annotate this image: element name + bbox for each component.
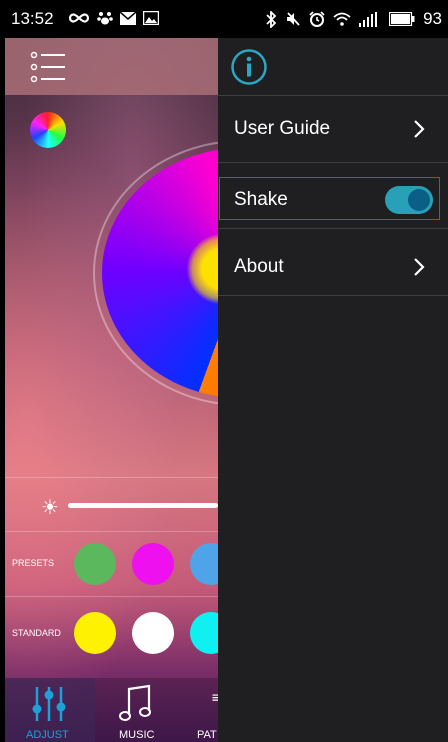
selection-highlight: [219, 177, 440, 220]
divider: [5, 531, 218, 532]
nav-pattern[interactable]: ≡ PAT: [183, 678, 218, 742]
drawer-divider: [218, 228, 448, 229]
sliders-icon: [32, 687, 66, 721]
standard-swatch-cyan[interactable]: [190, 612, 218, 654]
music-note-icon: [119, 684, 151, 721]
status-bar: 13:52 93: [0, 0, 448, 38]
side-drawer: User Guide Shake About: [218, 38, 448, 742]
chevron-right-icon: [414, 258, 425, 276]
divider: [5, 596, 218, 597]
battery-level: 93: [423, 9, 442, 28]
chevron-right-icon: [414, 120, 425, 138]
user-guide-label: User Guide: [234, 118, 331, 139]
nav-adjust[interactable]: ADJUST: [5, 678, 95, 742]
menu-item-user-guide[interactable]: User Guide: [218, 96, 448, 162]
nav-adjust-label: ADJUST: [26, 729, 69, 741]
brightness-slider[interactable]: [68, 503, 218, 508]
standard-swatch-yellow[interactable]: [74, 612, 116, 654]
nav-pattern-label: PAT: [197, 729, 217, 741]
bottom-nav: ADJUST MUSIC ≡ PAT: [5, 678, 218, 742]
signal-icon: [359, 11, 378, 27]
status-left-icons: [68, 10, 159, 26]
infinity-icon: [68, 13, 90, 23]
preset-swatch-blue[interactable]: [190, 543, 218, 585]
status-right-icons: 93: [265, 9, 442, 29]
wifi-icon: [333, 12, 351, 26]
mail-icon: [120, 11, 136, 25]
presets-label: PRESETS: [12, 558, 55, 568]
alarm-icon: [309, 11, 325, 27]
standard-swatch-white[interactable]: [132, 612, 174, 654]
drawer-divider: [218, 162, 448, 163]
pattern-icon: ≡: [211, 690, 218, 706]
image-icon: [143, 11, 159, 25]
paw-icon: [97, 12, 113, 25]
battery-icon: [389, 12, 415, 26]
screen: 13:52 93 ☀ PRESETS STANDARD ADJUST MUSIC…: [0, 0, 448, 742]
info-icon[interactable]: [230, 48, 268, 86]
preset-swatch-magenta[interactable]: [132, 543, 174, 585]
divider: [5, 477, 218, 478]
brightness-icon: ☀: [41, 495, 59, 519]
standard-label: STANDARD: [12, 628, 61, 638]
preset-swatch-green[interactable]: [74, 543, 116, 585]
status-time: 13:52: [11, 9, 54, 28]
drawer-divider: [218, 295, 448, 296]
app-top-bar: [5, 38, 218, 95]
main-app-background: ☀ PRESETS STANDARD ADJUST MUSIC ≡ PAT: [5, 38, 218, 742]
color-wheel-button[interactable]: [30, 112, 66, 148]
mute-icon: [287, 12, 300, 26]
bluetooth-icon: [266, 10, 277, 28]
menu-icon[interactable]: [30, 50, 72, 84]
nav-music-label: MUSIC: [119, 729, 155, 741]
about-label: About: [234, 256, 284, 277]
nav-music[interactable]: MUSIC: [97, 678, 177, 742]
menu-item-about[interactable]: About: [218, 234, 448, 300]
